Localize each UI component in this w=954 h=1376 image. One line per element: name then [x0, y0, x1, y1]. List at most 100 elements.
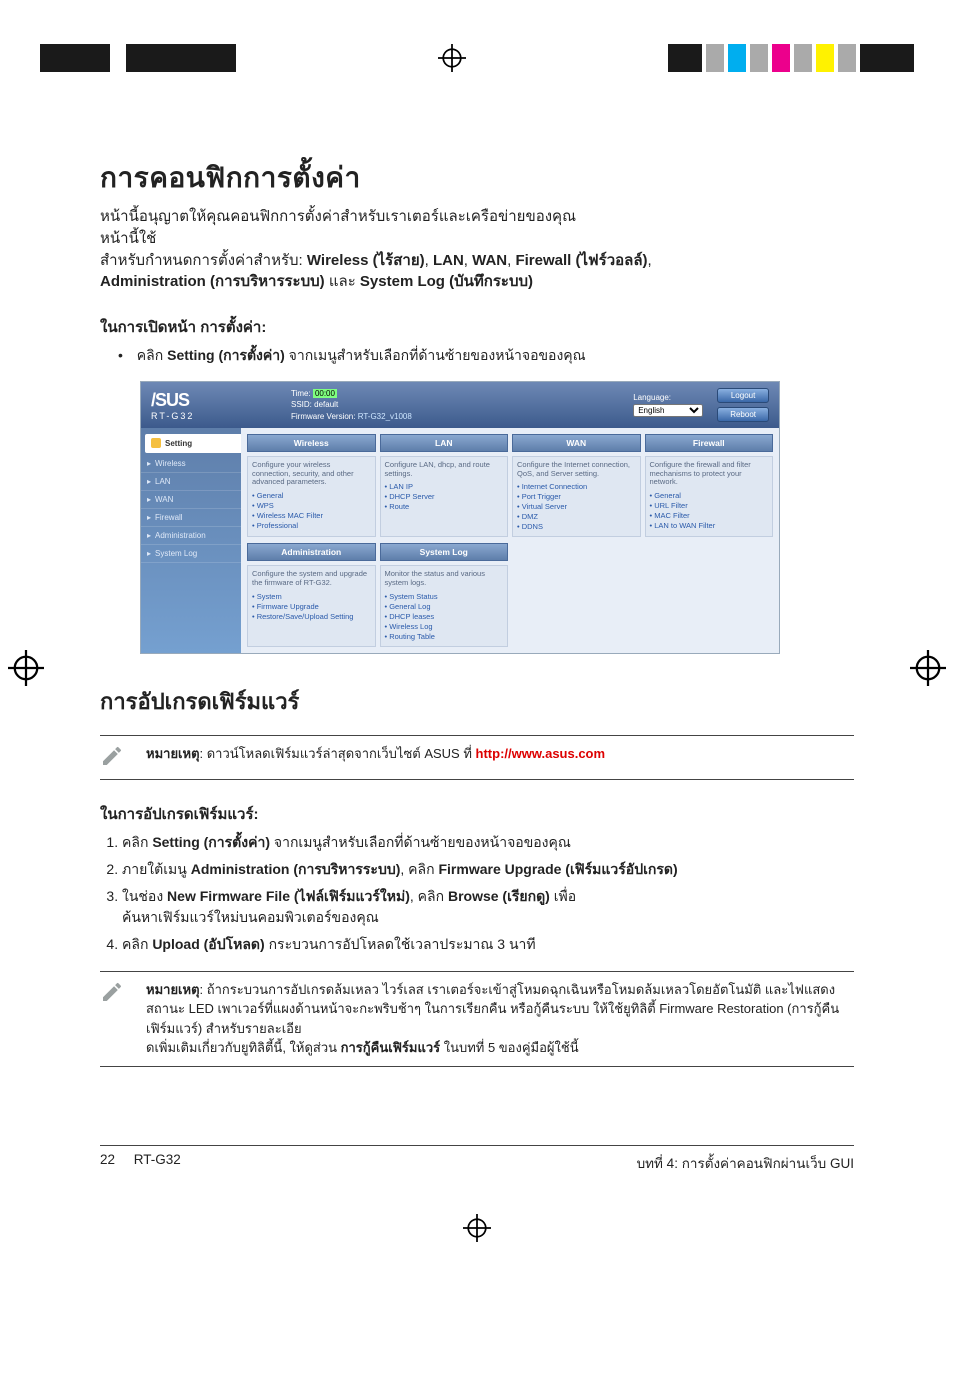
router-header: /SUS RT-G32 Time: 00:00 SSID: default Fi… — [141, 382, 779, 428]
sidebar-item-admin[interactable]: ▸Administration — [141, 527, 241, 545]
card-link[interactable]: Firmware Upgrade — [252, 602, 371, 611]
sidebar-item-wan[interactable]: ▸WAN — [141, 491, 241, 509]
reg-block — [668, 44, 702, 72]
pencil-note-icon — [100, 980, 126, 1007]
fw-restore-label: การกู้คืนเฟิร์มแวร์ — [341, 1040, 440, 1055]
card-admin: Configure the system and upgrade the fir… — [247, 565, 376, 646]
text: ค้นหาเฟิร์มแวร์ใหม่บนคอมพิวเตอร์ของคุณ — [122, 909, 379, 925]
sidebar-item-label: Firewall — [155, 513, 183, 522]
page-title: การคอนฟิกการตั้งค่า — [100, 156, 854, 200]
reg-block — [750, 44, 768, 72]
brand-text: /SUS — [151, 390, 271, 411]
sidebar-item-label: System Log — [155, 549, 197, 558]
intro-line: หน้านี้ใช้ — [100, 228, 854, 250]
text: , — [425, 252, 433, 269]
chevron-right-icon: ▸ — [147, 477, 151, 486]
card-link[interactable]: General Log — [385, 602, 504, 611]
card-link[interactable]: Route — [385, 502, 504, 511]
card-desc: Configure the Internet connection, QoS, … — [517, 461, 636, 478]
intro-line: หน้านี้อนุญาตให้คุณคอนฟิกการตั้งค่าสำหรั… — [100, 206, 854, 228]
fw-version-link[interactable]: RT-G32_v1008 — [358, 412, 412, 421]
reg-block — [40, 44, 110, 72]
router-header-info: Time: 00:00 SSID: default Firmware Versi… — [271, 388, 613, 422]
chevron-right-icon: ▸ — [147, 459, 151, 468]
card-link[interactable]: Professional — [252, 521, 371, 530]
page-footer: 22 RT-G32 บทที่ 4: การตั้งค่าคอนฟิกผ่านเ… — [100, 1145, 854, 1174]
list-item: คลิก Upload (อัปโหลด) กระบวนการอัปโหลดใช… — [122, 934, 854, 955]
card-link[interactable]: LAN IP — [385, 482, 504, 491]
card-link[interactable]: LAN to WAN Filter — [650, 521, 769, 530]
card-link[interactable]: Wireless MAC Filter — [252, 511, 371, 520]
sidebar-item-setting[interactable]: Setting — [145, 434, 241, 453]
list-item: คลิก Setting (การตั้งค่า) จากเมนูสำหรับเ… — [122, 832, 854, 853]
card-link[interactable]: DHCP leases — [385, 612, 504, 621]
card-link[interactable]: General — [252, 491, 371, 500]
text: ในบทที่ 5 ของคู่มือผู้ใช้นี้ — [440, 1040, 578, 1055]
fw-label: Firmware Version: — [291, 412, 355, 421]
pencil-note-icon — [100, 744, 126, 771]
ssid-label: SSID: — [291, 400, 312, 409]
text: , คลิก — [400, 861, 438, 877]
card-link[interactable]: Routing Table — [385, 632, 504, 641]
sidebar-item-label: Wireless — [155, 459, 186, 468]
card-link[interactable]: DMZ — [517, 512, 636, 521]
language-label: Language: — [633, 393, 671, 402]
card-link[interactable]: DHCP Server — [385, 492, 504, 501]
bullet-list: คลิก Setting (การตั้งค่า) จากเมนูสำหรับเ… — [100, 345, 854, 367]
router-logo: /SUS RT-G32 — [151, 391, 271, 419]
text: คลิก — [122, 834, 152, 850]
card-header-lan: LAN — [380, 434, 509, 452]
option-wan: WAN — [472, 252, 507, 269]
card-link[interactable]: Internet Connection — [517, 482, 636, 491]
card-link[interactable]: WPS — [252, 501, 371, 510]
ssid-value: default — [314, 400, 338, 409]
card-link[interactable]: System Status — [385, 592, 504, 601]
card-firewall: Configure the firewall and filter mechan… — [645, 456, 774, 537]
list-item: ในช่อง New Firmware File (ไฟล์เฟิร์มแวร์… — [122, 886, 854, 928]
steps-list: คลิก Setting (การตั้งค่า) จากเมนูสำหรับเ… — [100, 832, 854, 955]
intro-line: สำหรับกำหนดการตั้งค่าสำหรับ: Wireless (ไ… — [100, 250, 854, 272]
text: กระบวนการอัปโหลดใช้เวลาประมาณ 3 นาที — [265, 936, 536, 952]
card-link[interactable]: MAC Filter — [650, 511, 769, 520]
card-desc: Configure your wireless connection, secu… — [252, 461, 371, 487]
note-block: หมายเหตุ: ถ้ากระบวนการอัปเกรดล้มเหลว ไวร… — [100, 971, 854, 1067]
card-link[interactable]: Restore/Save/Upload Setting — [252, 612, 371, 621]
card-link[interactable]: System — [252, 592, 371, 601]
reg-block — [838, 44, 856, 72]
chevron-right-icon: ▸ — [147, 495, 151, 504]
card-link[interactable]: Virtual Server — [517, 502, 636, 511]
language-select[interactable]: English — [633, 404, 703, 417]
text: , คลิก — [410, 888, 448, 904]
option-admin: Administration (การบริหารระบบ) — [100, 273, 325, 290]
list-item: คลิก Setting (การตั้งค่า) จากเมนูสำหรับเ… — [118, 345, 854, 367]
option-wireless: Wireless (ไร้สาย) — [307, 252, 425, 269]
card-lan: Configure LAN, dhcp, and route settings.… — [380, 456, 509, 537]
logout-button[interactable]: Logout — [717, 388, 769, 403]
card-link[interactable]: URL Filter — [650, 501, 769, 510]
text: ในช่อง — [122, 888, 167, 904]
text: , — [648, 252, 652, 269]
note-label: หมายเหตุ — [146, 746, 200, 761]
list-item: ภายใต้เมนู Administration (การบริหารระบบ… — [122, 859, 854, 880]
router-sidebar: Setting ▸Wireless ▸LAN ▸WAN ▸Firewall ▸A… — [141, 428, 241, 653]
card-header-syslog: System Log — [380, 543, 509, 561]
sidebar-item-firewall[interactable]: ▸Firewall — [141, 509, 241, 527]
sidebar-item-wireless[interactable]: ▸ Wireless — [141, 455, 241, 473]
card-header-wireless: Wireless — [247, 434, 376, 452]
sidebar-item-lan[interactable]: ▸LAN — [141, 473, 241, 491]
setting-icon — [151, 438, 161, 448]
card-link[interactable]: General — [650, 491, 769, 500]
text: ภายใต้เมนู — [122, 861, 191, 877]
reg-block — [706, 44, 724, 72]
card-link[interactable]: Port Trigger — [517, 492, 636, 501]
card-link[interactable]: Wireless Log — [385, 622, 504, 631]
sidebar-item-syslog[interactable]: ▸ System Log — [141, 545, 241, 563]
card-link[interactable]: DDNS — [517, 522, 636, 531]
text: จากเมนูสำหรับเลือกที่ด้านซ้ายของหน้าจอขอ… — [270, 834, 571, 850]
upload-label: Upload (อัปโหลด) — [152, 936, 264, 952]
time-value: 00:00 — [313, 389, 337, 398]
reboot-button[interactable]: Reboot — [717, 407, 769, 422]
asus-url-link[interactable]: http://www.asus.com — [476, 746, 606, 761]
fw-steps-heading: ในการอัปเกรดเฟิร์มแวร์: — [100, 802, 854, 826]
chevron-right-icon: ▸ — [147, 549, 151, 558]
